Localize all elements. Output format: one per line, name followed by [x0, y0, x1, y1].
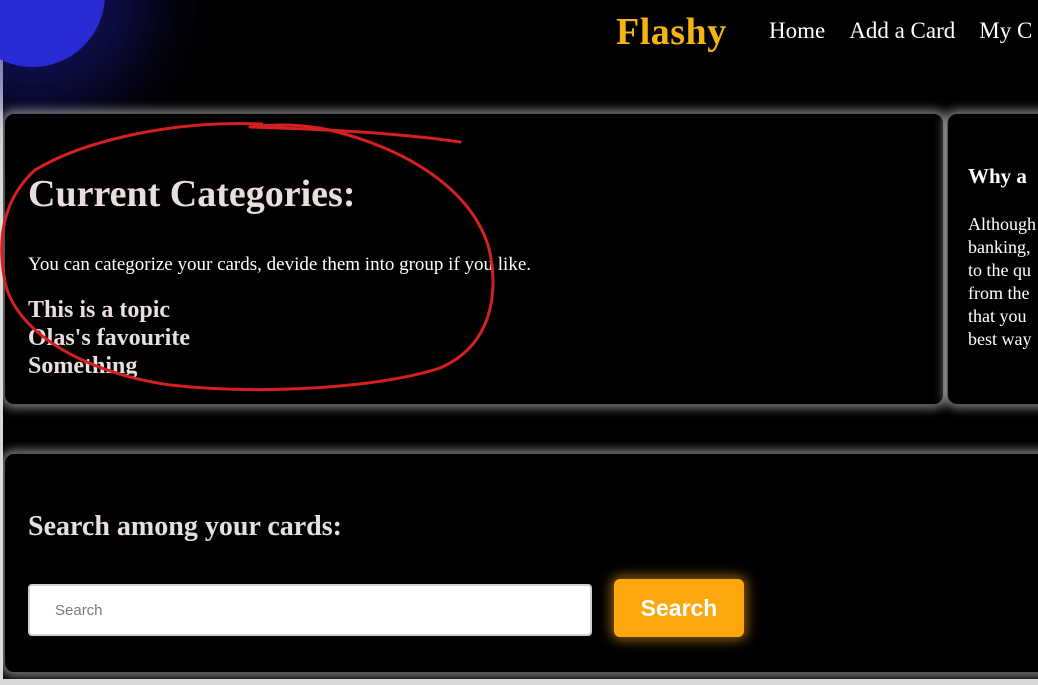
nav-add-card[interactable]: Add a Card	[849, 18, 955, 44]
search-button[interactable]: Search	[614, 579, 744, 637]
topic-item[interactable]: This is a topic	[28, 296, 190, 324]
topic-item[interactable]: Something	[28, 352, 190, 380]
why-card-line: best way	[968, 329, 1032, 349]
search-card: Search among your cards: Search	[4, 453, 1038, 673]
why-card-title: Why a	[968, 164, 1027, 188]
why-card-line: Although	[968, 214, 1037, 234]
brand-logo[interactable]: Flashy	[616, 10, 727, 54]
categories-card: Current Categories: You can categorize y…	[4, 113, 944, 405]
topic-list: This is a topic Olas's favourite Somethi…	[28, 296, 190, 380]
why-card-line: banking,	[968, 237, 1031, 257]
why-card-line: from the	[968, 283, 1030, 303]
why-card: Why a Although banking, to the qu from t…	[947, 113, 1038, 405]
topic-item[interactable]: Olas's favourite	[28, 324, 190, 352]
why-card-text: Although banking, to the qu from the tha…	[968, 213, 1036, 351]
search-title: Search among your cards:	[28, 511, 342, 542]
nav-my-cards[interactable]: My C	[979, 18, 1032, 44]
categories-title: Current Categories:	[28, 173, 356, 215]
main-nav: Home Add a Card My C	[769, 18, 1038, 44]
nav-home[interactable]: Home	[769, 18, 825, 44]
decorative-blob	[0, 0, 105, 67]
categories-description: You can categorize your cards, devide th…	[28, 254, 532, 275]
why-card-line: that you	[968, 306, 1027, 326]
window-bottom-edge	[0, 679, 1038, 685]
page: Flashy Home Add a Card My C Current Cate…	[0, 0, 1038, 685]
window-left-edge	[0, 0, 3, 685]
search-input[interactable]	[28, 584, 592, 636]
why-card-line: to the qu	[968, 260, 1031, 280]
